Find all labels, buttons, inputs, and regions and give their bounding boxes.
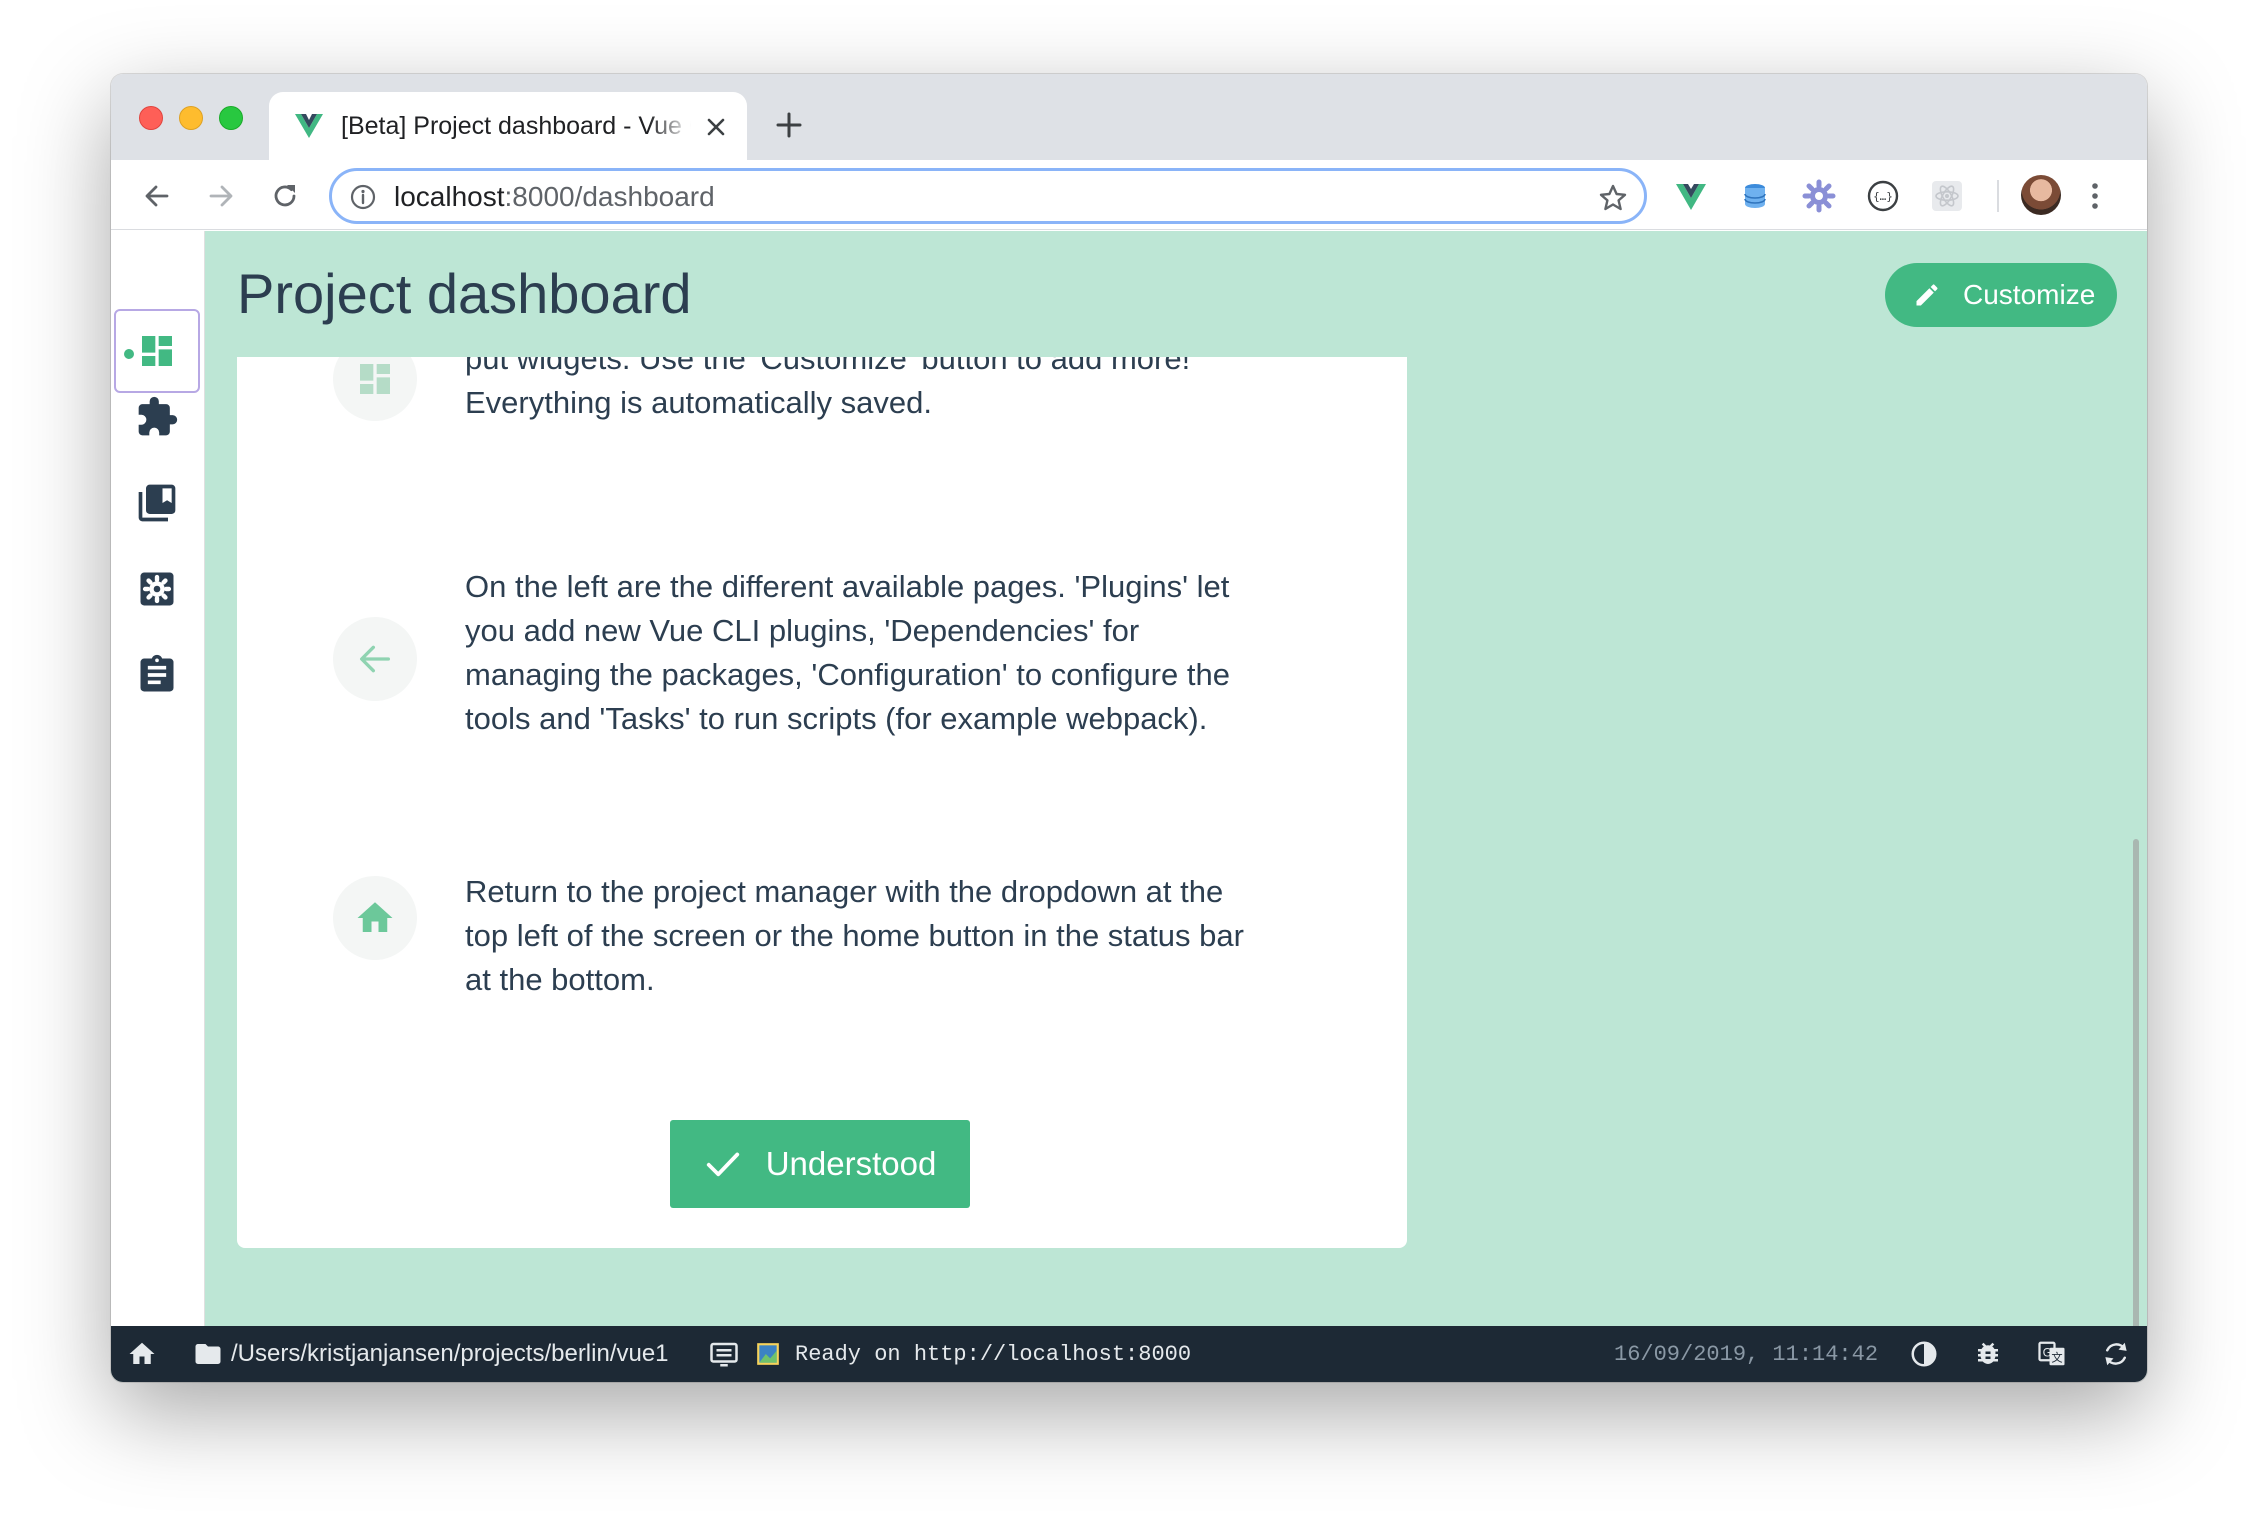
bug-icon [1978,1342,1998,1364]
translate-icon: G 文 [2038,1341,2065,1366]
browser-menu-icon[interactable] [2085,178,2105,214]
sidebar-item-dependencies[interactable] [114,461,200,545]
settings-box-icon [140,572,174,606]
tip-text: On the left are the different available … [465,565,1325,741]
vue-logo-icon [295,114,323,138]
dark-mode-toggle[interactable] [1909,1326,1939,1382]
home-icon [129,1342,155,1364]
log-timestamp-item: 16/09/2019, 11:14:42 [1614,1326,1878,1382]
home-button[interactable] [127,1326,157,1382]
tip-line: managing the packages, 'Configuration' t… [465,657,1230,692]
status-bar: /Users/kristjanjansen/projects/berlin/vu… [111,1326,2147,1382]
console-icon [710,1342,738,1367]
address-bar[interactable]: localhost:8000/dashboard [329,168,1647,224]
onboarding-card: put widgets. Use the 'Customize' button … [237,357,1407,1248]
sidebar-item-tasks[interactable] [114,633,200,717]
back-icon[interactable] [141,180,173,212]
active-indicator [124,349,134,359]
minimize-window-button[interactable] [179,106,203,130]
url-path: :8000/dashboard [504,181,715,212]
page-title: Project dashboard [237,262,692,325]
tip-icon-home [333,876,417,960]
tip-line: put widgets. Use the 'Customize' button … [465,357,1191,376]
vue-devtools-icon[interactable] [1673,178,1709,214]
dashboard-icon [142,336,172,366]
toolbar-divider [1997,180,1999,212]
tip-icon-navigation [333,617,417,701]
home-icon [357,902,393,932]
logs-button[interactable]: Ready on http://localhost:8000 [709,1326,1191,1382]
sidebar [111,231,205,1327]
customize-label: Customize [1963,279,2096,310]
address-url: localhost:8000/dashboard [394,181,715,213]
site-info-icon[interactable] [350,184,376,210]
svg-text:{…}: {…} [1873,190,1893,203]
sidebar-item-configuration[interactable] [114,547,200,631]
browser-tab[interactable]: [Beta] Project dashboard - Vue CLI [269,92,747,160]
tip-text: put widgets. Use the 'Customize' button … [465,357,1325,425]
browser-window: [Beta] Project dashboard - Vue CLI local… [111,74,2147,1382]
onboarding-viewport: put widgets. Use the 'Customize' button … [237,357,1407,1248]
project-path-button[interactable]: /Users/kristjanjansen/projects/berlin/vu… [193,1326,669,1382]
refresh-button[interactable] [2101,1326,2131,1382]
check-icon [706,1152,739,1177]
customize-button[interactable]: Customize [1885,263,2117,327]
project-path: /Users/kristjanjansen/projects/berlin/vu… [231,1340,669,1367]
zoom-window-button[interactable] [219,106,243,130]
clipboard-icon [140,654,174,692]
tip-line: tools and 'Tasks' to run scripts (for ex… [465,701,1208,736]
profile-avatar[interactable] [2021,175,2061,215]
reload-icon[interactable] [269,180,301,212]
arrow-left-icon [360,645,390,673]
log-timestamp: 16/09/2019, 11:14:42 [1614,1341,1879,1367]
log-type-icon [757,1343,779,1365]
last-log-message: Ready on http://localhost:8000 [795,1341,1192,1367]
react-devtools-icon[interactable] [1929,178,1965,214]
understood-button[interactable]: Understood [670,1120,970,1208]
tab-title: [Beta] Project dashboard - Vue CLI [341,112,691,140]
forward-icon[interactable] [205,180,237,212]
tip-line: On the left are the different available … [465,569,1230,604]
settings-extension-icon[interactable] [1801,178,1837,214]
sidebar-item-plugins[interactable] [114,375,200,459]
vertical-scrollbar[interactable] [2133,839,2139,1374]
svg-text:G: G [2043,1347,2052,1360]
tip-text: Return to the project manager with the d… [465,870,1325,1002]
vue-ui-app: Project dashboard Customize put widgets.… [111,231,2147,1382]
library-books-icon [138,484,176,522]
understood-label: Understood [765,1145,937,1182]
close-window-button[interactable] [139,106,163,130]
translate-button[interactable]: G 文 [2037,1326,2067,1382]
json-extension-icon[interactable]: {…} [1865,178,1901,214]
tip-line: you add new Vue CLI plugins, 'Dependenci… [465,613,1140,648]
database-extension-icon[interactable] [1737,178,1773,214]
tip-icon-dashboard [333,357,417,421]
url-host: localhost [394,181,505,212]
bookmark-star-icon[interactable] [1598,183,1628,213]
contrast-icon [1911,1341,1937,1367]
folder-icon [195,1344,221,1364]
browser-toolbar: localhost:8000/dashboard {…} [111,160,2147,230]
tip-line: Everything is automatically saved. [465,385,932,420]
tip-line: at the bottom. [465,962,655,997]
svg-text:文: 文 [2051,1351,2062,1365]
tab-strip: [Beta] Project dashboard - Vue CLI [111,74,2147,160]
tip-line: Return to the project manager with the d… [465,874,1224,909]
new-tab-icon[interactable] [774,110,804,140]
refresh-icon [2105,1342,2127,1366]
dashboard-icon [360,364,390,394]
pencil-icon [1916,284,1938,306]
report-bug-button[interactable] [1973,1326,2003,1382]
tip-line: top left of the screen or the home butto… [465,918,1244,953]
close-tab-icon[interactable] [703,114,729,140]
puzzle-icon [138,396,178,436]
